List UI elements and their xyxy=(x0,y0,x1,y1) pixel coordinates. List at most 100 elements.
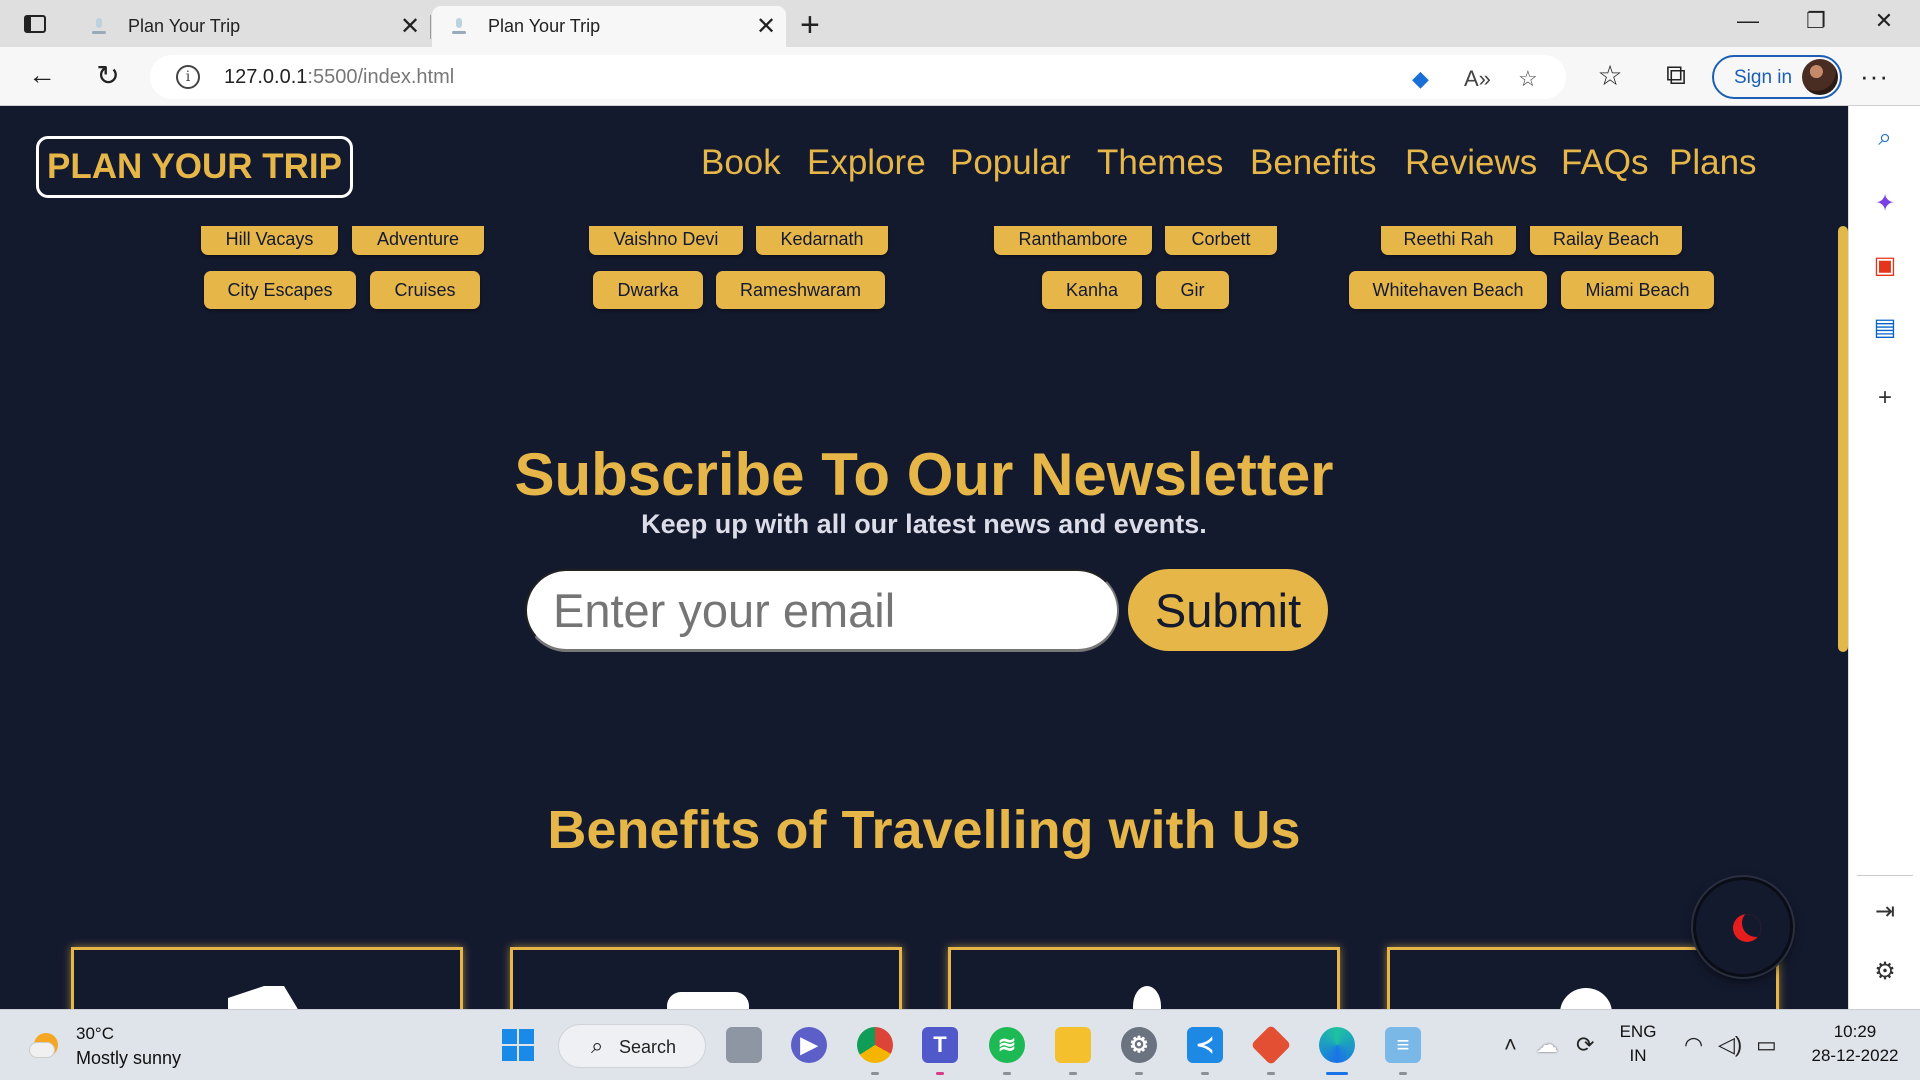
add-icon[interactable]: + xyxy=(1871,384,1899,412)
refresh-icon[interactable]: ↻ xyxy=(88,59,128,92)
site-favicon-icon xyxy=(450,17,468,36)
shopping-tag-icon[interactable]: ◆ xyxy=(1412,66,1429,92)
nav-link-explore[interactable]: Explore xyxy=(807,143,926,183)
task-view-icon[interactable] xyxy=(726,1027,762,1063)
weather-sunny-icon[interactable] xyxy=(30,1031,64,1059)
weather-description[interactable]: Mostly sunny xyxy=(76,1048,181,1069)
settings-gear-icon[interactable]: ⚙ xyxy=(1871,958,1899,986)
vscode-icon[interactable]: ≺ xyxy=(1187,1027,1223,1063)
site-info-icon[interactable]: i xyxy=(176,65,200,89)
more-options-icon[interactable]: ··· xyxy=(1860,61,1889,92)
tag-button[interactable]: Cruises xyxy=(370,271,480,309)
tag-button[interactable]: Railay Beach xyxy=(1530,223,1682,255)
tag-button[interactable]: Ranthambore xyxy=(994,223,1152,255)
git-icon[interactable] xyxy=(1250,1024,1292,1066)
outlook-icon[interactable]: ▤ xyxy=(1871,314,1899,342)
restore-icon[interactable]: ❐ xyxy=(1786,8,1846,34)
volume-icon[interactable]: ◁) xyxy=(1718,1032,1742,1058)
nav-link-faqs[interactable]: FAQs xyxy=(1561,143,1649,183)
show-hidden-icons-icon[interactable]: ˄ xyxy=(1504,1032,1517,1058)
tag-button[interactable]: Reethi Rah xyxy=(1381,223,1516,255)
clock-time[interactable]: 10:29 xyxy=(1800,1022,1910,1042)
edge-sidebar: ⌕ ✦ ▣ ▤ + ⇥ ⚙ xyxy=(1848,106,1920,1009)
new-tab-icon[interactable]: + xyxy=(800,6,820,45)
collections-icon[interactable]: ⧉ xyxy=(1656,59,1696,92)
nav-link-reviews[interactable]: Reviews xyxy=(1405,143,1537,183)
nav-link-benefits[interactable]: Benefits xyxy=(1250,143,1376,183)
sign-in-label: Sign in xyxy=(1734,67,1793,88)
tab-actions-menu-icon[interactable] xyxy=(20,11,50,37)
tag-button[interactable]: Adventure xyxy=(352,223,484,255)
nav-link-themes[interactable]: Themes xyxy=(1097,143,1223,183)
nav-link-book[interactable]: Book xyxy=(701,143,781,183)
nav-link-popular[interactable]: Popular xyxy=(950,143,1071,183)
hide-sidebar-icon[interactable]: ⇥ xyxy=(1871,898,1899,926)
benefit-card xyxy=(510,947,902,1009)
running-indicator xyxy=(1399,1072,1407,1075)
url-text[interactable]: 127.0.0.1:5500/index.html xyxy=(224,66,454,89)
tag-button[interactable]: Kedarnath xyxy=(756,223,888,255)
tag-button[interactable]: Corbett xyxy=(1165,223,1277,255)
tag-button[interactable]: Kanha xyxy=(1042,271,1142,309)
sign-in-button[interactable]: Sign in xyxy=(1712,55,1842,99)
clock-date[interactable]: 28-12-2022 xyxy=(1800,1046,1910,1066)
taskbar: 30°C Mostly sunny ⌕ Search ▶ T ≋ ⚙ ≺ ≡ ˄… xyxy=(0,1009,1920,1080)
tag-button[interactable]: Whitehaven Beach xyxy=(1349,271,1547,309)
submit-button[interactable]: Submit xyxy=(1128,569,1328,651)
url-host: 127.0.0.1 xyxy=(224,66,308,88)
file-explorer-icon[interactable] xyxy=(1055,1027,1091,1063)
running-indicator xyxy=(1069,1072,1077,1075)
chrome-icon[interactable] xyxy=(857,1027,893,1063)
search-icon[interactable]: ⌕ xyxy=(1871,124,1899,152)
battery-icon[interactable]: ▭ xyxy=(1756,1032,1777,1058)
email-field[interactable] xyxy=(525,569,1119,652)
running-indicator-active xyxy=(1326,1072,1348,1075)
site-logo[interactable]: PLAN YOUR TRIP xyxy=(36,136,353,198)
page-scrollbar[interactable] xyxy=(1838,226,1848,652)
read-aloud-icon[interactable]: A» xyxy=(1464,66,1491,92)
tag-button[interactable]: Hill Vacays xyxy=(201,223,338,255)
copilot-sparkle-icon[interactable]: ✦ xyxy=(1871,190,1899,218)
tag-button[interactable]: Gir xyxy=(1156,271,1229,309)
tag-button[interactable]: City Escapes xyxy=(204,271,356,309)
language-code[interactable]: ENG xyxy=(1618,1022,1658,1042)
language-region[interactable]: IN xyxy=(1618,1046,1658,1066)
windows-start-icon[interactable] xyxy=(500,1027,536,1063)
benefit-icon xyxy=(1133,986,1161,1009)
taskbar-search-button[interactable]: ⌕ Search xyxy=(558,1024,706,1068)
tag-button[interactable]: Vaishno Devi xyxy=(589,223,743,255)
close-window-icon[interactable]: ✕ xyxy=(1854,8,1914,34)
notepad-icon[interactable]: ≡ xyxy=(1385,1027,1421,1063)
browser-tab[interactable]: Plan Your Trip ✕ xyxy=(72,6,430,47)
tag-label: Miami Beach xyxy=(1585,279,1690,300)
dark-mode-toggle[interactable] xyxy=(1693,877,1793,977)
taskbar-search-label: Search xyxy=(619,1037,677,1057)
browser-tab-active[interactable]: Plan Your Trip ✕ xyxy=(432,6,786,47)
nav-link-plans[interactable]: Plans xyxy=(1669,143,1757,183)
onedrive-cloud-icon[interactable]: ☁ xyxy=(1536,1032,1558,1058)
weather-temperature[interactable]: 30°C xyxy=(76,1024,114,1044)
meet-camera-icon[interactable]: ▶ xyxy=(791,1027,827,1063)
spotify-icon[interactable]: ≋ xyxy=(989,1027,1025,1063)
tag-button[interactable]: Rameshwaram xyxy=(716,271,885,309)
favorites-icon[interactable]: ☆ xyxy=(1590,59,1630,92)
sync-icon[interactable]: ⟳ xyxy=(1576,1032,1594,1058)
edge-icon[interactable] xyxy=(1319,1027,1355,1063)
back-arrow-icon[interactable]: ← xyxy=(22,59,62,91)
office-icon[interactable]: ▣ xyxy=(1871,252,1899,280)
settings-gear-icon[interactable]: ⚙ xyxy=(1121,1027,1157,1063)
site-favicon-icon xyxy=(90,17,108,36)
teams-icon[interactable]: T xyxy=(922,1027,958,1063)
tag-label: Vaishno Devi xyxy=(613,228,719,249)
wifi-icon[interactable]: ◠ xyxy=(1684,1032,1703,1058)
minimize-icon[interactable]: — xyxy=(1718,8,1778,34)
tag-button[interactable]: Dwarka xyxy=(593,271,703,309)
benefit-icon xyxy=(1560,988,1612,1009)
add-favorite-icon[interactable]: ☆ xyxy=(1518,66,1538,92)
running-indicator xyxy=(1201,1072,1209,1075)
tag-label: Reethi Rah xyxy=(1403,228,1494,249)
tab-close-icon[interactable]: ✕ xyxy=(746,12,786,41)
tag-button[interactable]: Miami Beach xyxy=(1561,271,1714,309)
tab-close-icon[interactable]: ✕ xyxy=(390,12,430,41)
address-bar[interactable]: i 127.0.0.1:5500/index.html ◆ A» ☆ xyxy=(150,55,1566,99)
